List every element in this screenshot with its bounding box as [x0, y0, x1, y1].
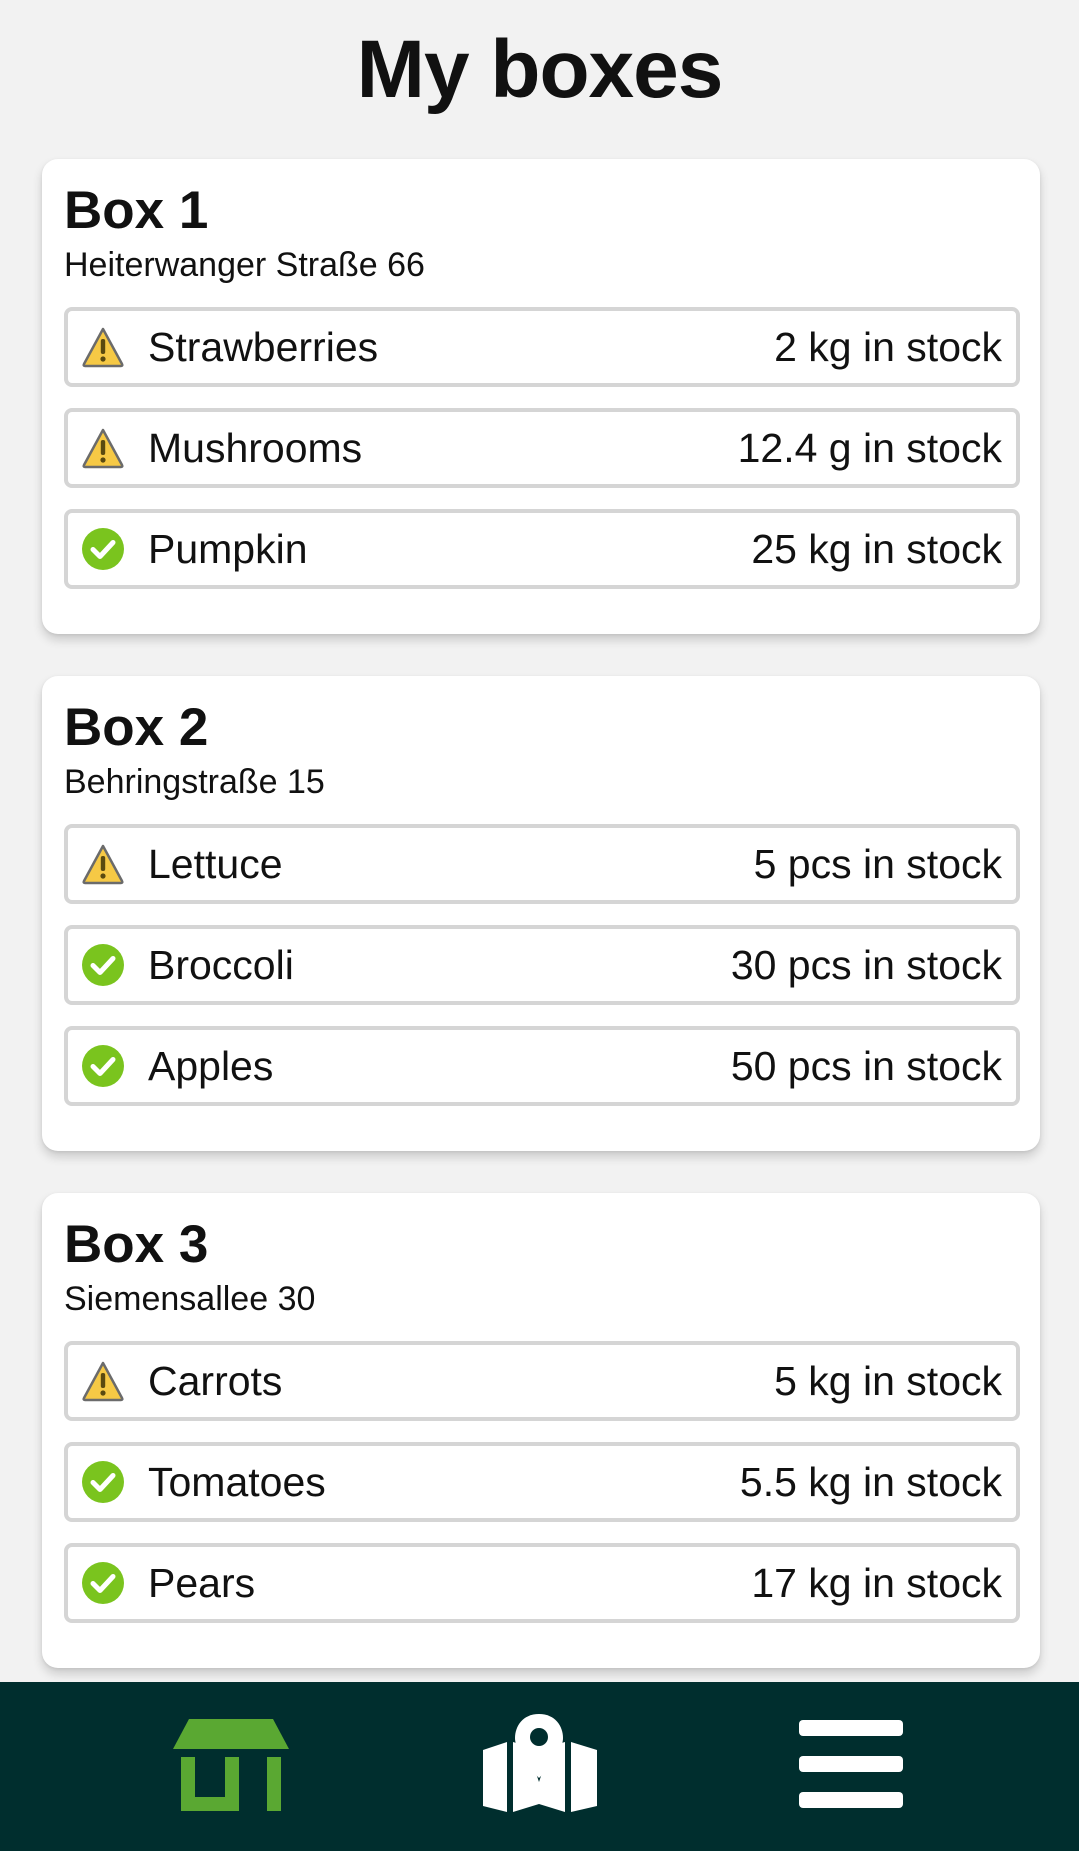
list-item[interactable]: Lettuce 5 pcs in stock: [64, 824, 1020, 904]
item-name: Mushrooms: [148, 424, 363, 471]
nav-store-button[interactable]: [131, 1682, 331, 1851]
warning-icon: [80, 425, 126, 471]
item-stock: 5 pcs in stock: [753, 840, 1002, 887]
box-list: Box 1 Heiterwanger Straße 66 Strawberrie…: [42, 159, 1040, 1710]
box-card[interactable]: Box 1 Heiterwanger Straße 66 Strawberrie…: [42, 159, 1040, 634]
box-address: Siemensallee 30: [64, 1280, 316, 1318]
check-circle-icon: [80, 1043, 126, 1089]
warning-icon: [80, 1358, 126, 1404]
box-card[interactable]: Box 3 Siemensallee 30 Carrots 5 kg in st…: [42, 1193, 1040, 1668]
item-name: Lettuce: [148, 840, 283, 887]
item-name: Strawberries: [148, 323, 379, 370]
list-item[interactable]: Broccoli 30 pcs in stock: [64, 925, 1020, 1005]
list-item[interactable]: Tomatoes 5.5 kg in stock: [64, 1442, 1020, 1522]
list-item[interactable]: Mushrooms 12.4 g in stock: [64, 408, 1020, 488]
item-stock: 5.5 kg in stock: [739, 1458, 1002, 1505]
item-stock: 50 pcs in stock: [730, 1042, 1002, 1089]
nav-menu-button[interactable]: [751, 1682, 951, 1851]
item-name: Apples: [148, 1042, 274, 1089]
list-item[interactable]: Carrots 5 kg in stock: [64, 1341, 1020, 1421]
item-stock: 5 kg in stock: [774, 1357, 1002, 1404]
check-circle-icon: [80, 1459, 126, 1505]
item-stock: 30 pcs in stock: [730, 941, 1002, 988]
bottom-nav: [0, 1682, 1079, 1851]
store-icon: [171, 1717, 291, 1816]
box-card[interactable]: Box 2 Behringstraße 15 Lettuce 5 pcs in …: [42, 676, 1040, 1151]
page-title: My boxes: [356, 24, 724, 115]
box-address: Behringstraße 15: [64, 763, 325, 801]
warning-icon: [80, 841, 126, 887]
item-name: Broccoli: [148, 941, 294, 988]
warning-icon: [80, 324, 126, 370]
item-stock: 12.4 g in stock: [737, 424, 1002, 471]
item-stock: 2 kg in stock: [774, 323, 1002, 370]
item-name: Pears: [148, 1559, 256, 1606]
map-pin-icon: [481, 1712, 599, 1821]
box-title: Box 2: [64, 698, 209, 757]
box-title: Box 1: [64, 181, 209, 240]
box-address: Heiterwanger Straße 66: [64, 246, 425, 284]
check-circle-icon: [80, 1560, 126, 1606]
menu-icon: [799, 1720, 903, 1813]
item-stock: 17 kg in stock: [751, 1559, 1002, 1606]
item-name: Pumpkin: [148, 525, 308, 572]
list-item[interactable]: Strawberries 2 kg in stock: [64, 307, 1020, 387]
list-item[interactable]: Apples 50 pcs in stock: [64, 1026, 1020, 1106]
item-name: Tomatoes: [148, 1458, 326, 1505]
list-item[interactable]: Pumpkin 25 kg in stock: [64, 509, 1020, 589]
list-item[interactable]: Pears 17 kg in stock: [64, 1543, 1020, 1623]
check-circle-icon: [80, 526, 126, 572]
item-name: Carrots: [148, 1357, 283, 1404]
nav-map-button[interactable]: [440, 1682, 640, 1851]
check-circle-icon: [80, 942, 126, 988]
item-stock: 25 kg in stock: [751, 525, 1002, 572]
box-title: Box 3: [64, 1215, 209, 1274]
